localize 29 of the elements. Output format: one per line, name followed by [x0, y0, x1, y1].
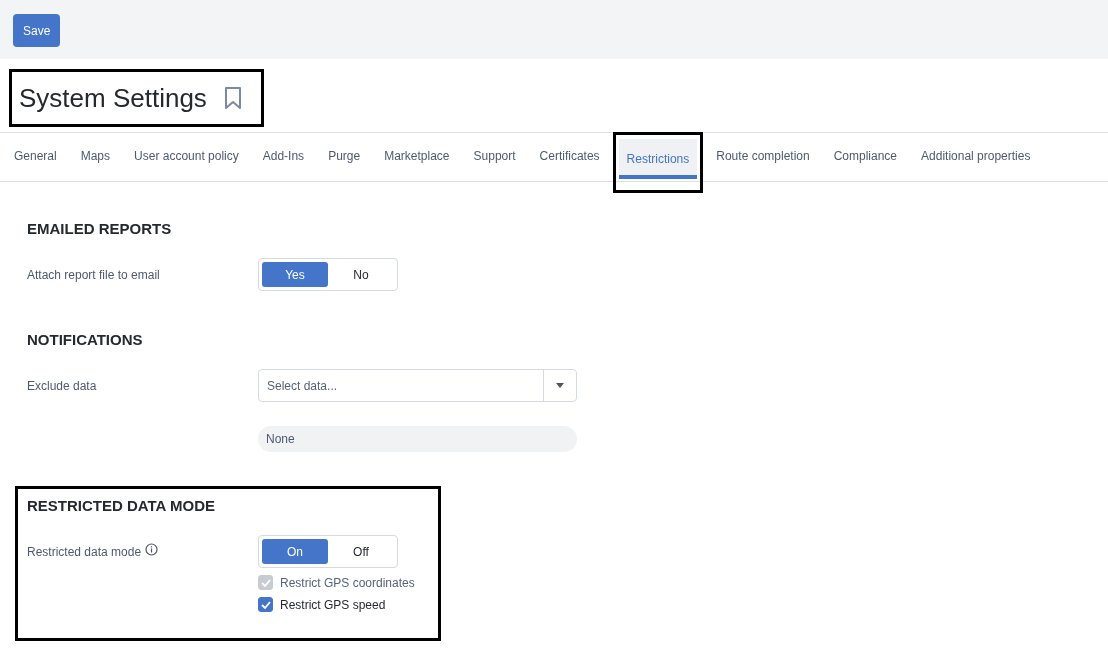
toggle-option[interactable]: On — [262, 539, 328, 564]
tab[interactable]: User account policy — [126, 133, 247, 179]
field-label: Exclude data — [27, 379, 97, 393]
checkbox[interactable] — [258, 597, 273, 612]
tab[interactable]: Restrictions — [618, 139, 698, 179]
section-heading: NOTIFICATIONS — [27, 331, 144, 348]
checkbox-label: Restrict GPS coordinates — [280, 575, 415, 590]
section-heading: EMAILED REPORTS — [27, 220, 173, 237]
field-label: Attach report file to email — [27, 268, 160, 282]
selection-chip: None — [258, 426, 577, 452]
tab[interactable]: Add-Ins — [254, 133, 313, 179]
select-field[interactable]: Select data... — [258, 369, 577, 402]
checkbox-label: Restrict GPS speed — [280, 597, 386, 612]
tab[interactable]: Compliance — [825, 133, 906, 179]
tab[interactable]: General — [6, 133, 65, 179]
tab[interactable]: Certificates — [531, 133, 608, 179]
bookmark-icon[interactable] — [222, 86, 243, 110]
tab[interactable]: Maps — [72, 133, 119, 179]
toggle-option[interactable]: Yes — [262, 262, 328, 287]
tab[interactable]: Additional properties — [913, 133, 1039, 179]
tab[interactable]: Support — [465, 133, 524, 179]
field-label: Restricted data mode — [27, 545, 142, 559]
save-button[interactable]: Save — [13, 14, 61, 47]
tab[interactable]: Marketplace — [376, 133, 458, 179]
section-heading: RESTRICTED DATA MODE — [27, 497, 217, 514]
tab[interactable]: Purge — [320, 133, 369, 179]
tab[interactable]: Route completion — [708, 133, 818, 179]
page-title: System Settings — [19, 82, 207, 114]
caret-icon — [556, 383, 564, 388]
